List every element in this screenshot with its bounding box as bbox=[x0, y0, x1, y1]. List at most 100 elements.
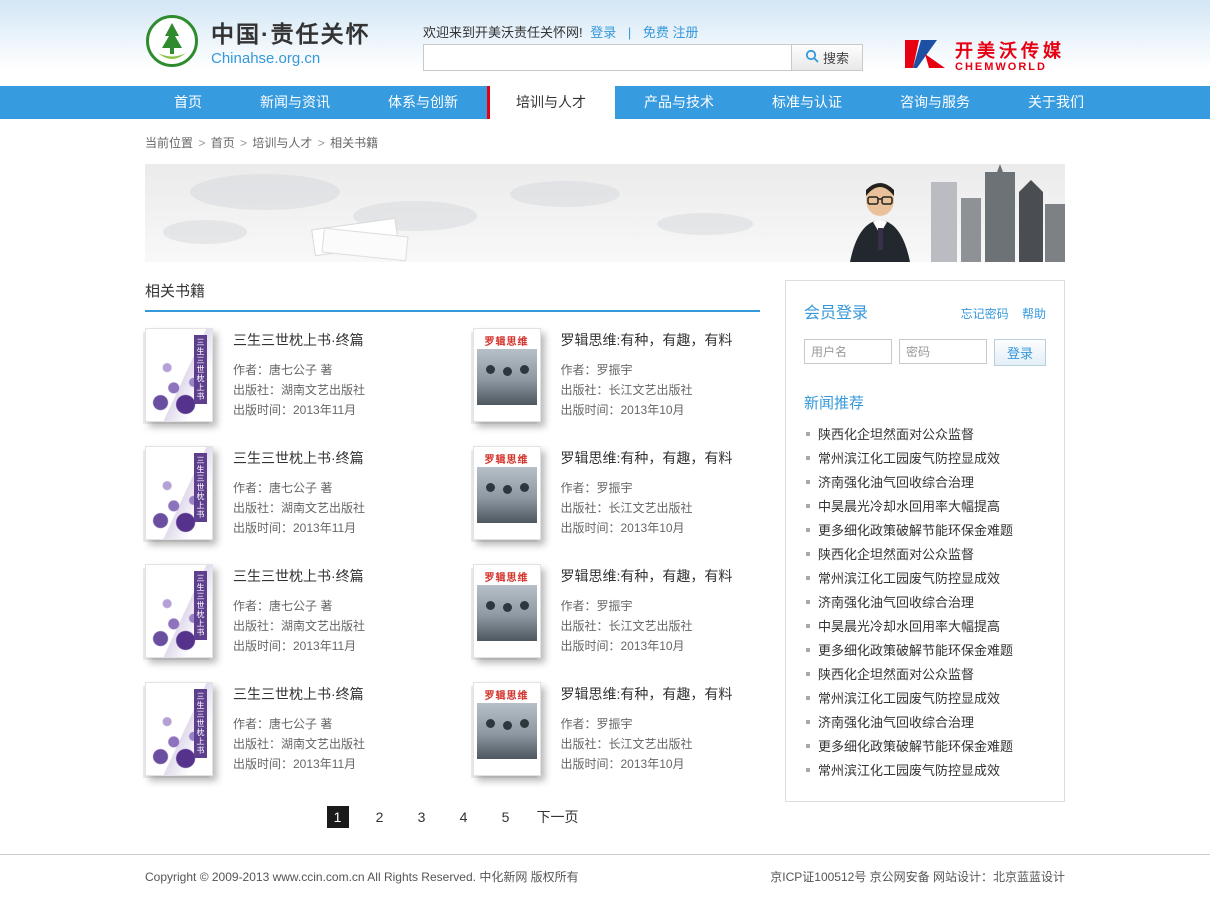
nav-item-7[interactable]: 咨询与服务 bbox=[871, 86, 999, 119]
book-cover-label: 三生三世枕上书 bbox=[194, 571, 207, 640]
news-item[interactable]: 陕西化企坦然面对公众监督 bbox=[804, 663, 1046, 687]
breadcrumb-item[interactable]: 首页 bbox=[211, 136, 235, 150]
book-title[interactable]: 三生三世枕上书·终篇 bbox=[233, 330, 365, 350]
chemworld-logo-icon bbox=[903, 36, 947, 77]
book-item: 三生三世枕上书三生三世枕上书·终篇作者：唐七公子 著出版社：湖南文艺出版社出版时… bbox=[145, 328, 433, 422]
page-button-3[interactable]: 3 bbox=[411, 806, 433, 828]
username-input[interactable] bbox=[804, 339, 892, 364]
news-item[interactable]: 陕西化企坦然面对公众监督 bbox=[804, 423, 1046, 447]
search-bar: 搜索 bbox=[423, 44, 863, 71]
book-cover-image[interactable]: 罗辑思维 bbox=[473, 564, 541, 658]
footer: Copyright © 2009-2013 www.ccin.com.cn Al… bbox=[0, 854, 1210, 903]
book-date: 出版时间：2013年11月 bbox=[233, 518, 365, 538]
nav-item-2[interactable]: 新闻与资讯 bbox=[231, 86, 359, 119]
book-item: 罗辑思维罗辑思维:有种，有趣，有料作者：罗振宇出版社：长江文艺出版社出版时间：2… bbox=[473, 564, 761, 658]
news-item[interactable]: 常州滨江化工园废气防控显成效 bbox=[804, 567, 1046, 591]
partner-name-cn: 开美沃传媒 bbox=[955, 41, 1065, 61]
page-button-4[interactable]: 4 bbox=[453, 806, 475, 828]
book-title[interactable]: 三生三世枕上书·终篇 bbox=[233, 566, 365, 586]
breadcrumb-items: > 首页 > 培训与人才 > 相关书籍 bbox=[193, 136, 378, 150]
book-publisher: 出版社：湖南文艺出版社 bbox=[233, 616, 365, 636]
news-item[interactable]: 更多细化政策破解节能环保金难题 bbox=[804, 519, 1046, 543]
page-button-5[interactable]: 5 bbox=[495, 806, 517, 828]
book-publisher: 出版社：长江文艺出版社 bbox=[561, 380, 733, 400]
next-page-button[interactable]: 下一页 bbox=[537, 806, 579, 828]
nav-item-5[interactable]: 产品与技术 bbox=[615, 86, 743, 119]
book-cover-label: 三生三世枕上书 bbox=[194, 453, 207, 522]
book-cover-image[interactable]: 三生三世枕上书 bbox=[145, 682, 213, 776]
book-cover-image[interactable]: 三生三世枕上书 bbox=[145, 446, 213, 540]
book-date: 出版时间：2013年10月 bbox=[561, 400, 733, 420]
news-item[interactable]: 济南强化油气回收综合治理 bbox=[804, 591, 1046, 615]
book-date: 出版时间：2013年10月 bbox=[561, 754, 733, 774]
news-item[interactable]: 更多细化政策破解节能环保金难题 bbox=[804, 735, 1046, 759]
book-date: 出版时间：2013年11月 bbox=[233, 400, 365, 420]
book-author: 作者：唐七公子 著 bbox=[233, 360, 365, 380]
book-cover-image[interactable]: 三生三世枕上书 bbox=[145, 564, 213, 658]
page-button-2[interactable]: 2 bbox=[369, 806, 391, 828]
news-item[interactable]: 陕西化企坦然面对公众监督 bbox=[804, 543, 1046, 567]
news-item[interactable]: 常州滨江化工园废气防控显成效 bbox=[804, 759, 1046, 783]
nav-item-1[interactable]: 首页 bbox=[145, 86, 231, 119]
book-info: 三生三世枕上书·终篇作者：唐七公子 著出版社：湖南文艺出版社出版时间：2013年… bbox=[233, 564, 365, 658]
login-link[interactable]: 登录 bbox=[590, 25, 616, 40]
nav-item-4[interactable]: 培训与人才 bbox=[487, 86, 615, 119]
book-cover-image[interactable]: 罗辑思维 bbox=[473, 328, 541, 422]
search-input[interactable] bbox=[423, 44, 791, 71]
breadcrumb-separator: > bbox=[195, 136, 209, 150]
book-info: 三生三世枕上书·终篇作者：唐七公子 著出版社：湖南文艺出版社出版时间：2013年… bbox=[233, 328, 365, 422]
book-cover-image[interactable]: 罗辑思维 bbox=[473, 446, 541, 540]
book-publisher: 出版社：长江文艺出版社 bbox=[561, 734, 733, 754]
section-title: 相关书籍 bbox=[145, 280, 760, 312]
news-item[interactable]: 中昊晨光冷却水回用率大幅提高 bbox=[804, 495, 1046, 519]
book-date: 出版时间：2013年11月 bbox=[233, 636, 365, 656]
book-date: 出版时间：2013年10月 bbox=[561, 518, 733, 538]
book-author: 作者：唐七公子 著 bbox=[233, 714, 365, 734]
book-list: 三生三世枕上书三生三世枕上书·终篇作者：唐七公子 著出版社：湖南文艺出版社出版时… bbox=[145, 328, 760, 776]
forgot-password-link[interactable]: 忘记密码 bbox=[961, 307, 1009, 321]
news-list: 陕西化企坦然面对公众监督常州滨江化工园废气防控显成效济南强化油气回收综合治理中昊… bbox=[804, 423, 1046, 783]
book-title[interactable]: 罗辑思维:有种，有趣，有料 bbox=[561, 684, 733, 704]
register-link[interactable]: 免费 注册 bbox=[643, 25, 699, 40]
password-input[interactable] bbox=[899, 339, 987, 364]
breadcrumb-item[interactable]: 培训与人才 bbox=[252, 136, 312, 150]
site-title: 中国·责任关怀 bbox=[211, 20, 371, 48]
nav-item-8[interactable]: 关于我们 bbox=[999, 86, 1113, 119]
book-author: 作者：罗振宇 bbox=[561, 360, 733, 380]
book-cover-image[interactable]: 罗辑思维 bbox=[473, 682, 541, 776]
nav-item-6[interactable]: 标准与认证 bbox=[743, 86, 871, 119]
member-login-title: 会员登录 bbox=[804, 299, 868, 323]
site-logo-group[interactable]: 中国·责任关怀 Chinahse.org.cn bbox=[145, 14, 371, 73]
news-item[interactable]: 济南强化油气回收综合治理 bbox=[804, 471, 1046, 495]
search-icon bbox=[805, 49, 819, 66]
book-title[interactable]: 三生三世枕上书·终篇 bbox=[233, 448, 365, 468]
book-title[interactable]: 三生三世枕上书·终篇 bbox=[233, 684, 365, 704]
book-cover-label: 三生三世枕上书 bbox=[194, 689, 207, 758]
footer-links: 京ICP证100512号 京公网安备 网站设计：北京蓝蓝设计 bbox=[770, 868, 1065, 885]
news-item[interactable]: 中昊晨光冷却水回用率大幅提高 bbox=[804, 615, 1046, 639]
news-item[interactable]: 济南强化油气回收综合治理 bbox=[804, 711, 1046, 735]
page-button-1[interactable]: 1 bbox=[327, 806, 349, 828]
breadcrumb-item[interactable]: 相关书籍 bbox=[330, 136, 378, 150]
book-author: 作者：罗振宇 bbox=[561, 714, 733, 734]
book-title[interactable]: 罗辑思维:有种，有趣，有料 bbox=[561, 448, 733, 468]
nav-item-3[interactable]: 体系与创新 bbox=[359, 86, 487, 119]
breadcrumb-separator: > bbox=[314, 136, 328, 150]
news-item[interactable]: 常州滨江化工园废气防控显成效 bbox=[804, 687, 1046, 711]
book-item: 三生三世枕上书三生三世枕上书·终篇作者：唐七公子 著出版社：湖南文艺出版社出版时… bbox=[145, 682, 433, 776]
login-button[interactable]: 登录 bbox=[994, 339, 1046, 366]
book-item: 罗辑思维 罗辑思维:有种，有趣，有料作者：罗振宇出版社：长江文艺出版社出版时间：2… bbox=[473, 328, 761, 422]
book-publisher: 出版社：湖南文艺出版社 bbox=[233, 498, 365, 518]
book-author: 作者：唐七公子 著 bbox=[233, 596, 365, 616]
book-item: 三生三世枕上书 三生三世枕上书·终篇作者：唐七公子 著出版社：湖南文艺出版社出版时… bbox=[145, 564, 433, 658]
book-cover-image[interactable]: 三生三世枕上书 bbox=[145, 328, 213, 422]
news-item[interactable]: 常州滨江化工园废气防控显成效 bbox=[804, 447, 1046, 471]
help-link[interactable]: 帮助 bbox=[1022, 307, 1046, 321]
search-button[interactable]: 搜索 bbox=[791, 44, 863, 71]
book-title[interactable]: 罗辑思维:有种，有趣，有料 bbox=[561, 566, 733, 586]
news-item[interactable]: 更多细化政策破解节能环保金难题 bbox=[804, 639, 1046, 663]
book-date: 出版时间：2013年10月 bbox=[561, 636, 733, 656]
book-cover-label: 罗辑思维 bbox=[474, 333, 540, 348]
book-title[interactable]: 罗辑思维:有种，有趣，有料 bbox=[561, 330, 733, 350]
site-logo-icon bbox=[145, 14, 199, 73]
